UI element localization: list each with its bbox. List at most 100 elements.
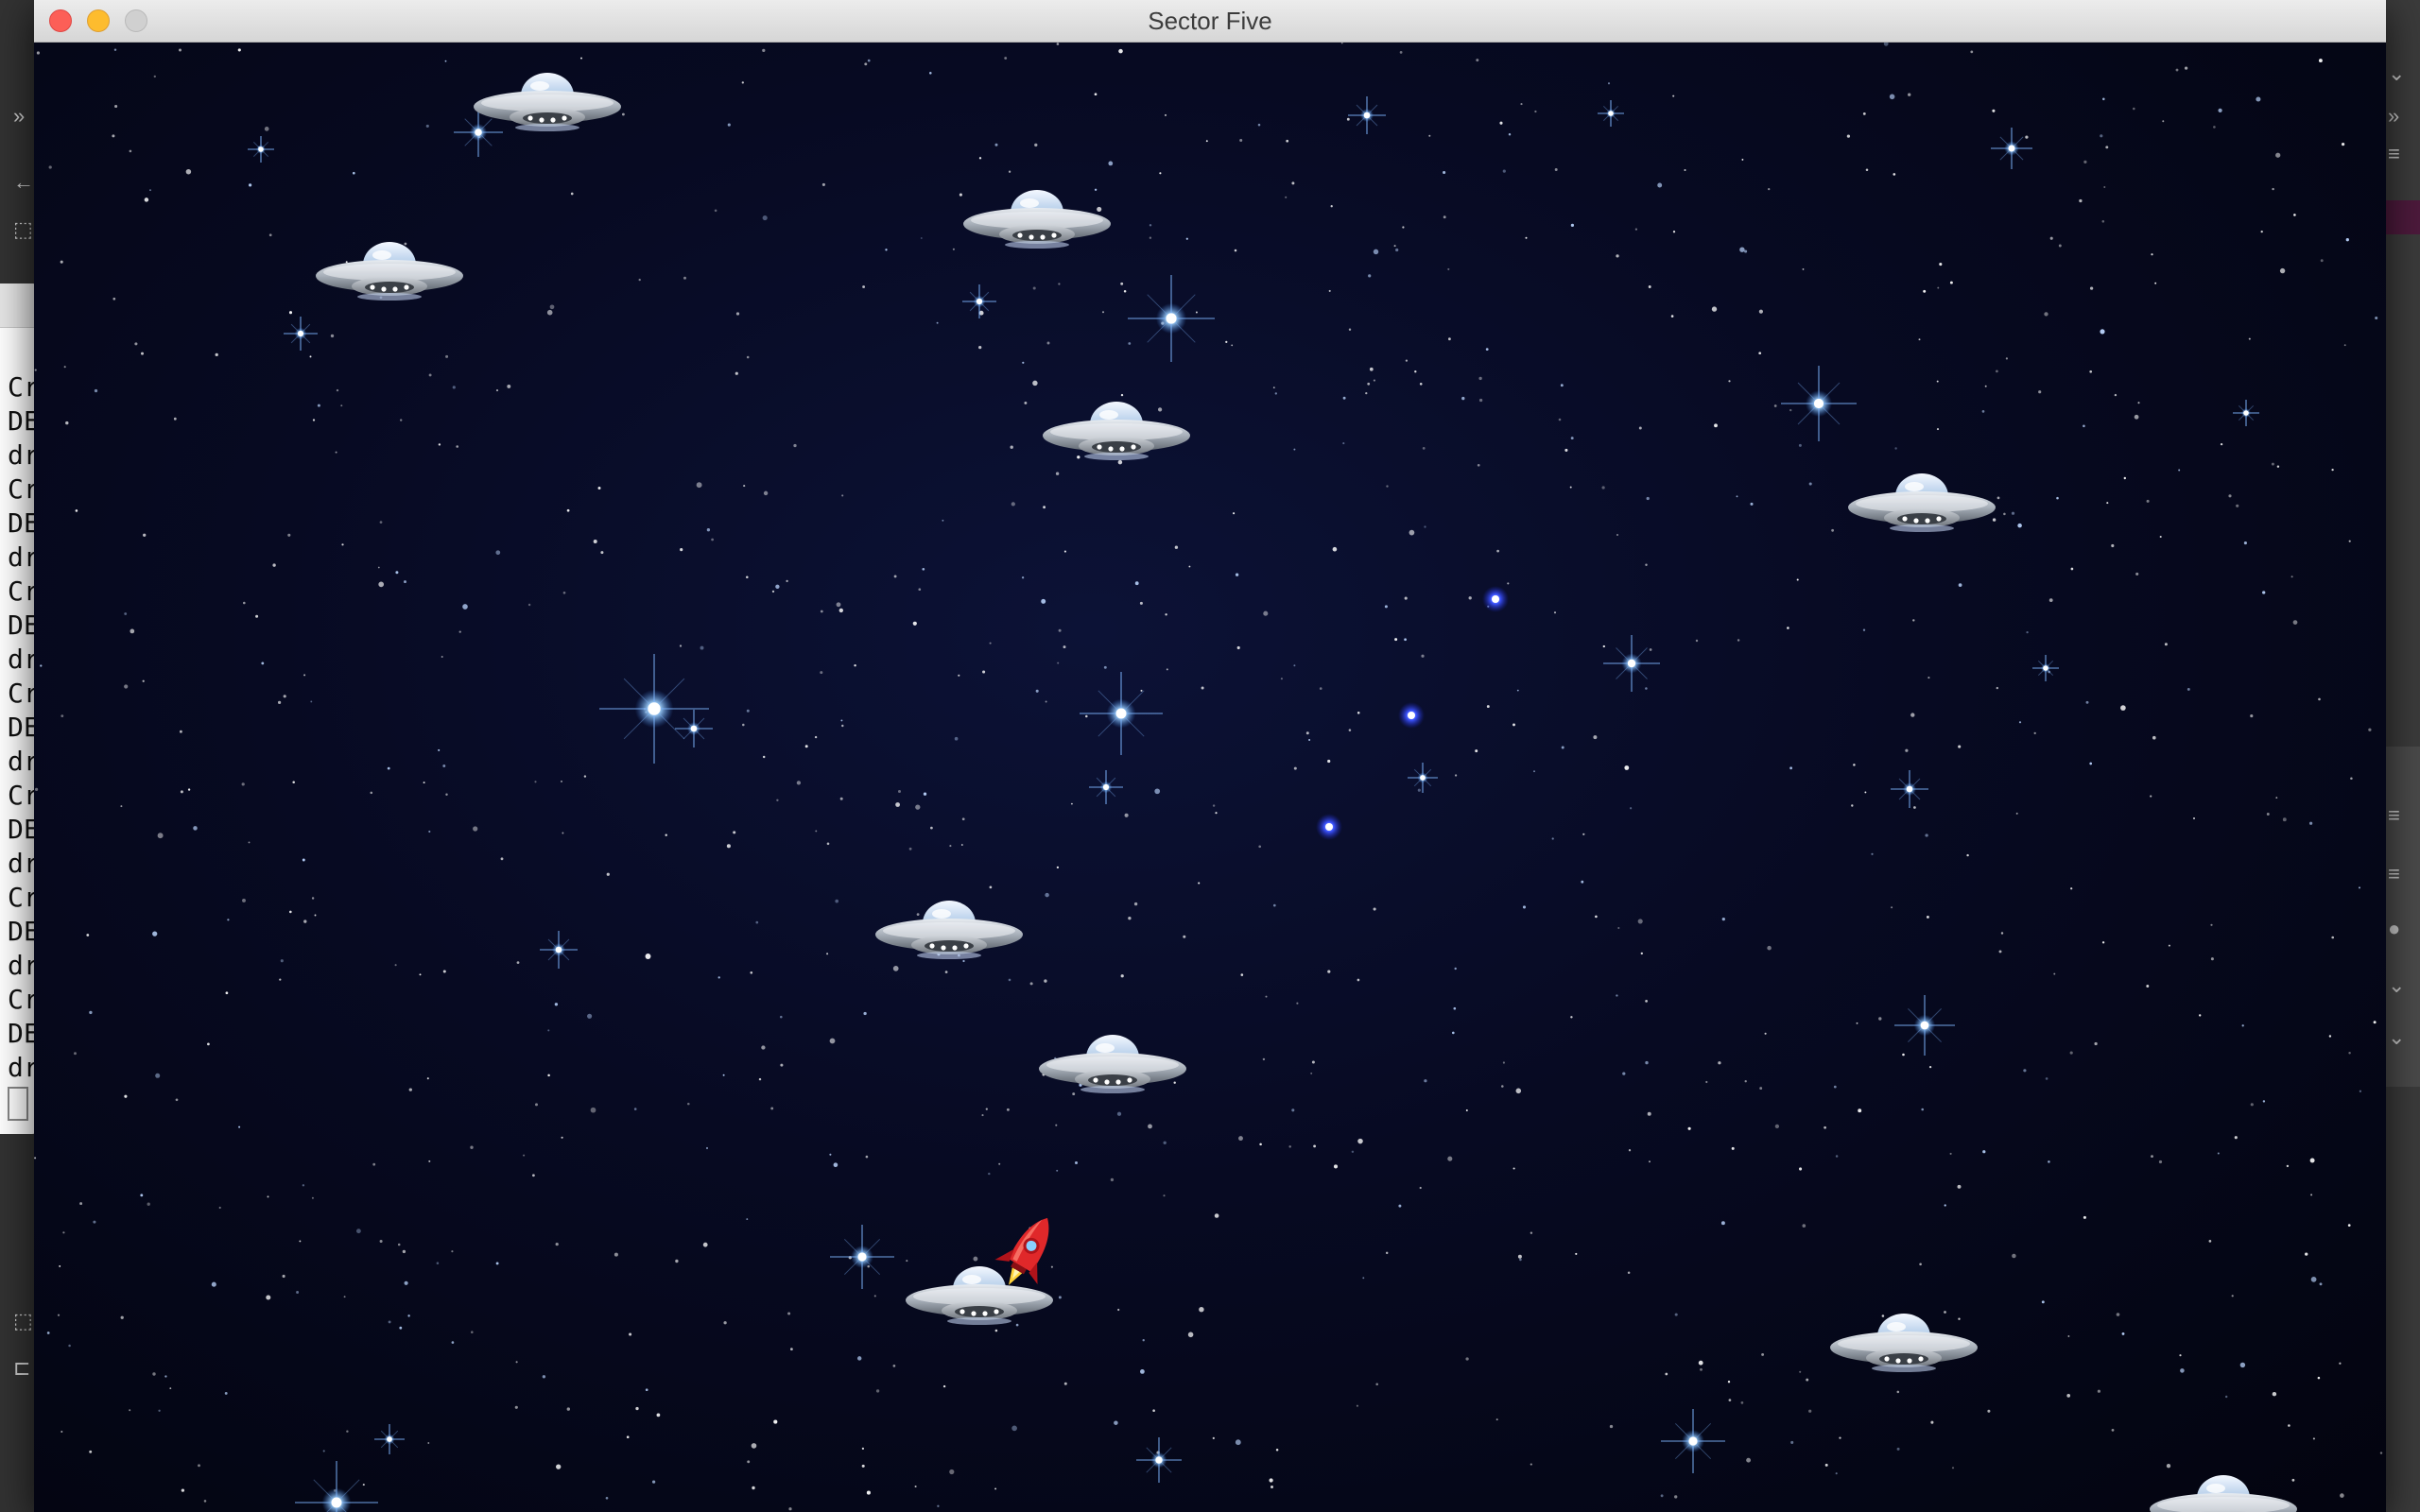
star [495, 550, 501, 556]
title-bar[interactable]: Sector Five [34, 0, 2386, 43]
color-swatch[interactable] [2386, 200, 2420, 234]
star [989, 885, 993, 889]
star [2134, 414, 2139, 420]
star [2094, 1041, 2098, 1046]
star [1534, 110, 1537, 113]
star [547, 1074, 550, 1077]
star [635, 1406, 639, 1411]
star [1163, 1141, 1167, 1145]
chevron-down-icon[interactable]: ⌄ [2388, 1025, 2405, 1050]
star [920, 237, 923, 239]
star [1622, 1072, 1626, 1075]
star [1296, 1002, 1299, 1005]
selection-icon[interactable]: ⬚ [13, 217, 33, 242]
star [1475, 749, 1478, 753]
chevron-double-right-icon[interactable]: » [2388, 104, 2399, 129]
star [283, 695, 286, 698]
star [1581, 880, 1584, 884]
star [1789, 766, 1793, 770]
enemy-saucer [474, 73, 621, 131]
star [1740, 1401, 1744, 1404]
star [626, 1435, 630, 1439]
star [1515, 1088, 1522, 1094]
back-arrow-icon[interactable]: ← [13, 170, 34, 195]
star [507, 384, 511, 388]
star [2083, 160, 2087, 164]
star [140, 1194, 144, 1197]
star [303, 919, 307, 923]
star [428, 830, 431, 833]
menu-icon[interactable]: ≡ [2388, 803, 2400, 828]
star [2350, 777, 2353, 781]
star [1925, 833, 1928, 837]
star [746, 709, 750, 713]
star [651, 1480, 656, 1484]
game-canvas[interactable] [34, 43, 2386, 1512]
star [211, 1281, 216, 1287]
star [566, 1407, 570, 1411]
chevron-down-icon[interactable]: ⌄ [2388, 973, 2405, 998]
star [1502, 1061, 1505, 1064]
star [1551, 837, 1554, 840]
star [93, 1220, 96, 1224]
star [1970, 50, 1974, 54]
star [266, 1295, 271, 1300]
star [2154, 282, 2157, 284]
star [1499, 121, 1503, 125]
star [702, 1242, 708, 1247]
slider-knob-icon[interactable]: ● [2388, 917, 2400, 941]
star [1835, 1472, 1838, 1475]
star [1602, 644, 1605, 648]
star [1225, 340, 1228, 344]
frame-icon[interactable]: ⬚ [13, 1309, 33, 1333]
star [2310, 1194, 2313, 1196]
star [1798, 443, 1802, 447]
star [1739, 247, 1745, 252]
star [86, 934, 90, 936]
star [862, 285, 866, 288]
star [985, 1108, 988, 1110]
star [1029, 982, 1033, 986]
star [1913, 806, 1916, 809]
star [1123, 290, 1127, 293]
star [314, 914, 317, 917]
star [1465, 1357, 1469, 1361]
star [742, 723, 745, 727]
star [866, 1490, 871, 1495]
menu-icon[interactable]: ≡ [2388, 862, 2400, 886]
terminal-input[interactable] [8, 1087, 28, 1121]
star [554, 1003, 559, 1006]
chevron-double-right-icon[interactable]: » [13, 104, 25, 129]
star [1398, 1204, 1402, 1208]
star [142, 679, 145, 682]
star [1117, 459, 1123, 465]
star [1419, 382, 1423, 386]
star [743, 485, 746, 488]
star [918, 588, 922, 592]
star [1570, 1016, 1573, 1019]
star [1154, 788, 1161, 795]
star [556, 1464, 562, 1469]
star [2256, 96, 2261, 102]
star [929, 72, 932, 75]
star [2288, 1424, 2290, 1427]
star [1930, 1420, 1934, 1424]
bright-star [284, 317, 318, 351]
chevron-down-icon[interactable]: ⌄ [2388, 61, 2405, 86]
crop-icon[interactable]: ⊏ [13, 1356, 30, 1381]
star [989, 642, 992, 644]
menu-icon[interactable]: ≡ [2388, 142, 2400, 166]
star [1569, 486, 1572, 489]
star [2243, 541, 2247, 545]
star [1057, 662, 1060, 664]
star [786, 579, 788, 583]
star [152, 1372, 156, 1376]
star [1055, 1124, 1058, 1126]
star [1645, 1000, 1648, 1003]
star [2056, 496, 2059, 500]
star [994, 1487, 997, 1490]
star [149, 189, 151, 192]
star [1395, 248, 1399, 252]
star [829, 1038, 836, 1044]
star [717, 976, 720, 979]
